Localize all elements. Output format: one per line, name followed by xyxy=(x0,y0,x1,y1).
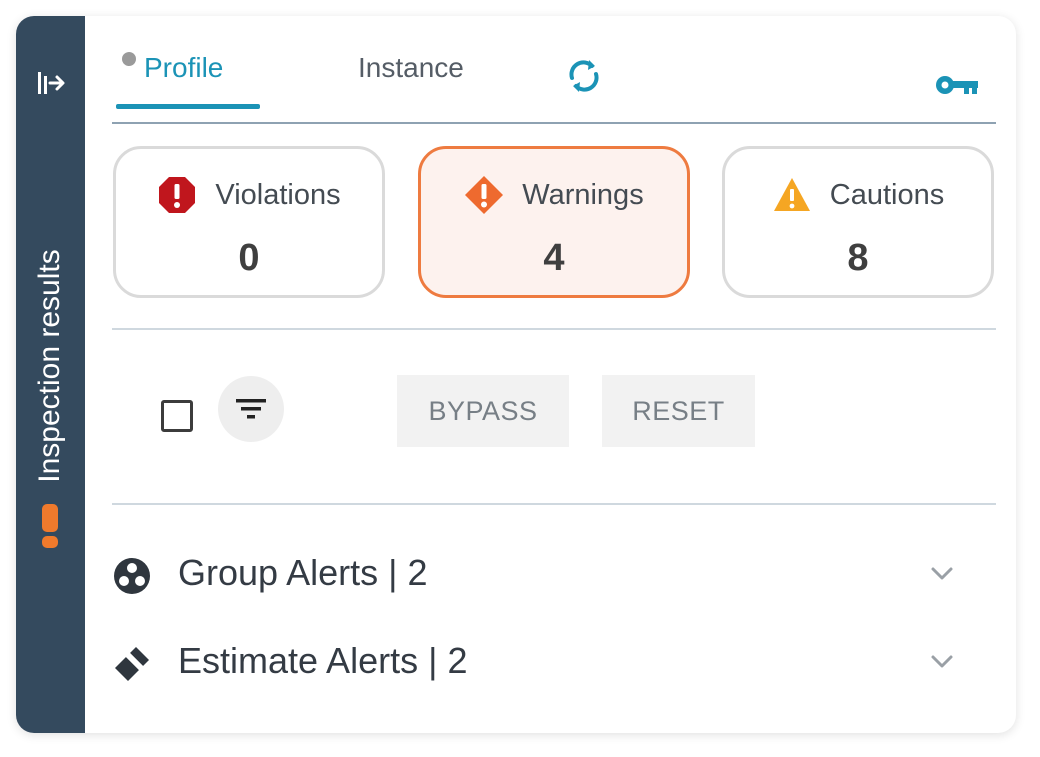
cards-divider xyxy=(112,328,996,330)
cautions-card[interactable]: Cautions 8 xyxy=(722,146,994,298)
filter-button[interactable] xyxy=(218,376,284,442)
active-tab-underline xyxy=(116,104,260,109)
warnings-card[interactable]: Warnings 4 xyxy=(418,146,690,298)
key-icon[interactable] xyxy=(934,72,980,98)
tab-profile[interactable]: Profile xyxy=(116,52,260,109)
collapse-arrow-icon[interactable] xyxy=(34,66,68,100)
chevron-down-icon[interactable] xyxy=(928,652,956,672)
chevron-down-icon[interactable] xyxy=(928,564,956,584)
cautions-card-head: Cautions xyxy=(725,175,991,215)
warning-diamond-icon xyxy=(465,176,504,214)
tab-profile-label: Profile xyxy=(144,52,224,83)
caution-triangle-icon xyxy=(773,178,810,211)
exclamation-icon xyxy=(40,504,60,548)
rail-title: Inspection results xyxy=(33,249,66,483)
status-dot xyxy=(122,52,136,66)
group-icon xyxy=(114,558,150,594)
estimate-alerts-section[interactable]: Estimate Alerts | 2 xyxy=(112,632,992,692)
cautions-label: Cautions xyxy=(829,178,945,211)
violations-count: 0 xyxy=(238,237,260,279)
warnings-count: 4 xyxy=(543,237,565,279)
warnings-card-head: Warnings xyxy=(421,175,687,215)
tab-bar: Profile Instance xyxy=(116,52,996,122)
tab-divider xyxy=(112,122,996,124)
estimate-alerts-label: Estimate Alerts | 2 xyxy=(178,640,468,681)
filter-icon xyxy=(236,399,266,419)
bypass-button[interactable]: BYPASS xyxy=(397,375,569,447)
estimate-tag-icon xyxy=(115,647,149,681)
tab-instance-label: Instance xyxy=(358,52,464,83)
violations-label: Violations xyxy=(215,178,341,211)
cautions-count: 8 xyxy=(847,237,869,279)
tab-instance[interactable]: Instance xyxy=(358,52,464,96)
inspection-panel: Inspection results Profile Instance Viol… xyxy=(16,16,1016,733)
group-alerts-label: Group Alerts | 2 xyxy=(178,552,428,593)
select-all-checkbox[interactable] xyxy=(161,400,193,432)
actions-divider xyxy=(112,503,996,505)
sync-icon[interactable] xyxy=(560,52,608,100)
reset-button[interactable]: RESET xyxy=(602,375,755,447)
violations-card[interactable]: Violations 0 xyxy=(113,146,385,298)
warnings-label: Warnings xyxy=(522,178,644,211)
group-alerts-section[interactable]: Group Alerts | 2 xyxy=(112,544,992,604)
violations-card-head: Violations xyxy=(116,175,382,215)
side-rail: Inspection results xyxy=(16,16,85,733)
violation-octagon-icon xyxy=(159,177,196,213)
